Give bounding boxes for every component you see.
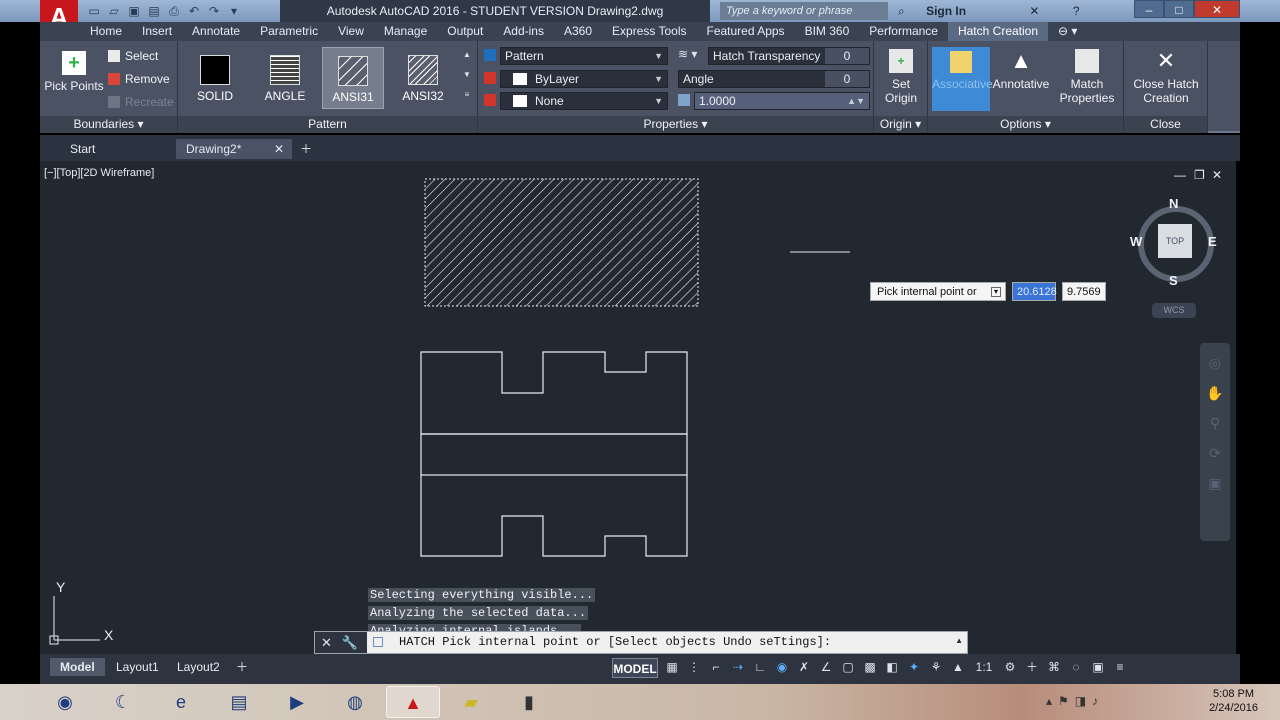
zoom-icon[interactable]: ⚲ [1206,415,1224,433]
autocad-window: A ▭ ▱ ▣ ▤ ⎙ ↶ ↷ ▾ Autodesk AutoCAD 2016 … [0,0,1280,720]
autocad-taskbar-icon[interactable]: ▲ [386,686,440,718]
recorder-icon[interactable]: ▮ [502,686,556,718]
viewcube-top-face[interactable]: TOP [1158,224,1192,258]
isodraft-icon[interactable]: ✗ [796,658,812,676]
file-explorer-icon[interactable]: ▤ [212,686,266,718]
x-coordinate-input[interactable]: 20.6128 [1012,282,1057,301]
layout-tab-layout2[interactable]: Layout2 [167,658,230,676]
history-line: Analyzing the selected data... [368,606,589,620]
compass-east[interactable]: E [1208,234,1217,249]
hatched-rectangle[interactable] [424,178,699,307]
command-line-text[interactable]: HATCH Pick internal point or [Select obj… [399,632,831,653]
middle-band[interactable] [420,433,688,476]
hardware-acceleration-icon[interactable]: ▣ [1090,658,1106,676]
status-toggles: ▦ ⋮ ⌐ ⇢ ∟ ◉ ✗ ∠ ▢ ▩ ◧ ✦ ⚘ ▲ 1:1 ⚙ ＋ ⌘ ◌ … [664,658,1128,676]
cad-geometry [420,178,850,557]
viewport-minimize-icon[interactable]: — [1174,168,1186,182]
status-bar: Model Layout1 Layout2 ＋ MODEL ▦ ⋮ ⌐ ⇢ ∟ … [40,654,1240,684]
taskbar-app-icon[interactable]: ☾ [96,686,150,718]
annotation-scale-label[interactable]: 1:1 [972,658,996,676]
dynamic-input: Pick internal point or ▾ 20.6128 9.7569 [870,282,1106,301]
viewport-controls-label[interactable]: [−][Top][2D Wireframe] [44,167,154,179]
clock-time: 5:08 PM [1213,688,1255,700]
selection-cycling-icon[interactable]: ✦ [906,658,922,676]
command-line-tools: ✕ 🔧 [315,632,367,653]
layout-tab-layout1[interactable]: Layout1 [106,658,169,676]
viewcube[interactable]: TOP N S E W [1130,196,1218,288]
wcs-menu[interactable]: WCS [1152,303,1196,318]
steering-wheel-icon[interactable]: ◎ [1206,355,1224,373]
ucs-x-label: X [104,627,114,643]
isolate-objects-icon[interactable]: ◌ [1068,658,1084,676]
command-history-toggle-icon[interactable]: ▲ [955,636,963,645]
lineweight-icon[interactable]: ▩ [862,658,878,676]
close-command-line-icon[interactable]: ✕ [321,635,332,650]
snap-icon[interactable]: ⋮ [686,658,702,676]
orbit-icon[interactable]: ⟳ [1206,445,1224,463]
taskbar-clock[interactable]: 5:08 PM 2/24/2016 [1209,687,1258,715]
infer-icon[interactable]: ⌐ [708,658,724,676]
chrome-icon[interactable]: ◍ [328,686,382,718]
compass-north[interactable]: N [1169,196,1178,211]
media-player-icon[interactable]: ▶ [270,686,324,718]
ortho-icon[interactable]: ∟ [752,658,768,676]
pan-icon[interactable]: ✋ [1206,385,1224,403]
annotation-monitor-icon[interactable]: ＋ [1024,658,1040,676]
outline-bottom-profile[interactable] [420,475,688,557]
showmotion-icon[interactable]: ▣ [1206,475,1224,493]
dynamic-prompt-text: Pick internal point or [877,286,977,298]
ucs-y-label: Y [56,579,66,595]
sticky-notes-icon[interactable]: ▰ [444,686,498,718]
layout-tab-model[interactable]: Model [50,658,105,676]
auto-scale-icon[interactable]: ▲ [950,658,966,676]
command-prompt: Pick internal point or [Select objects U… [442,635,832,649]
object-snap-tracking-icon[interactable]: ∠ [818,658,834,676]
grid-icon[interactable]: ▦ [664,658,680,676]
customization-menu-icon[interactable]: ≡ [1112,658,1128,676]
navigation-bar: ◎ ✋ ⚲ ⟳ ▣ [1200,343,1230,541]
object-snap-icon[interactable]: ▢ [840,658,856,676]
viewport-close-icon[interactable]: ✕ [1212,168,1222,182]
polar-tracking-icon[interactable]: ◉ [774,658,790,676]
dynamic-input-icon[interactable]: ⇢ [730,658,746,676]
outline-top-profile[interactable] [420,351,688,435]
add-layout-icon[interactable]: ＋ [226,658,258,676]
command-name: HATCH [399,635,436,649]
customize-wrench-icon[interactable]: 🔧 [342,635,358,650]
units-icon[interactable]: ⌘ [1046,658,1062,676]
transparency-toggle-icon[interactable]: ◧ [884,658,900,676]
annotation-visibility-icon[interactable]: ⚘ [928,658,944,676]
system-tray-icons[interactable]: ▴⚑◨♪ [1046,694,1104,708]
viewport-restore-icon[interactable]: ❐ [1194,168,1205,182]
compass-south[interactable]: S [1169,273,1178,288]
command-line[interactable]: ✕ 🔧 HATCH Pick internal point or [Select… [314,631,968,654]
history-line: Selecting everything visible... [368,588,596,602]
recent-commands-icon[interactable] [373,637,383,647]
workspace-gear-icon[interactable]: ⚙ [1002,658,1018,676]
model-space-button[interactable]: MODEL [612,658,658,678]
start-button-icon[interactable]: ◉ [38,686,92,718]
ucs-icon: Y X [49,579,114,645]
prompt-options-icon[interactable]: ▾ [991,287,1001,297]
internet-explorer-icon[interactable]: e [154,686,208,718]
y-coordinate-input[interactable]: 9.7569 [1062,282,1106,301]
clock-date: 2/24/2016 [1209,702,1258,714]
dynamic-prompt: Pick internal point or ▾ [870,282,1006,301]
compass-west[interactable]: W [1130,234,1142,249]
windows-taskbar: ◉ ☾ e ▤ ▶ ◍ ▲ ▰ ▮ ▴⚑◨♪ 5:08 PM 2/24/2016 [0,684,1280,720]
